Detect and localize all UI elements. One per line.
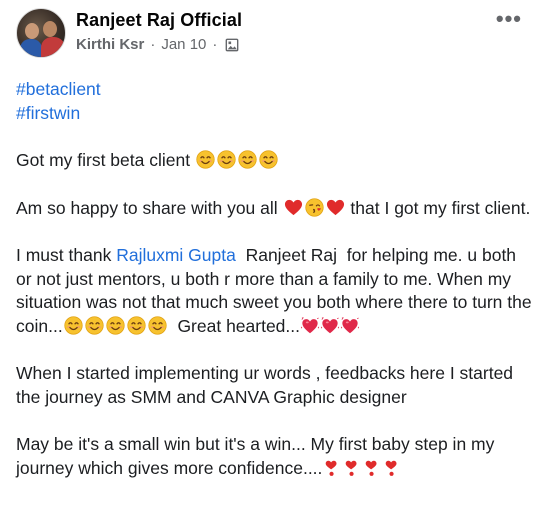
post-paragraph: When I started implementing ur words , f… <box>16 362 532 409</box>
sparkling-heart-emoji-icon <box>301 317 319 335</box>
sparkling-heart-emoji-icon <box>341 317 359 335</box>
post-paragraph: May be it's a small win but it's a win..… <box>16 433 532 480</box>
heart-exclamation-emoji-icon <box>323 459 341 477</box>
smiling-face-emoji-icon <box>148 316 167 335</box>
author-link[interactable]: Kirthi Ksr <box>76 36 144 53</box>
post-meta: Kirthi Ksr · Jan 10 · <box>76 36 239 53</box>
hashtag-link[interactable]: #firstwin <box>16 102 532 126</box>
heart-exclamation-emoji-icon <box>363 459 381 477</box>
smiling-face-emoji-icon <box>106 316 125 335</box>
meta-separator: · <box>150 36 156 53</box>
post-text: Am so happy to share with you all <box>16 197 278 218</box>
post-date-link[interactable]: Jan 10 <box>161 36 206 53</box>
post-paragraph: Am so happy to share with you all that I… <box>16 197 532 221</box>
red-heart-emoji-icon <box>326 198 345 217</box>
smiling-face-emoji-icon <box>217 150 236 169</box>
smiling-face-emoji-icon <box>238 150 257 169</box>
post-text: that I got my first client. <box>350 197 531 218</box>
face-blowing-kiss-emoji-icon <box>305 198 324 217</box>
smiling-face-emoji-icon <box>64 316 83 335</box>
post-text: When I started implementing ur words , f… <box>16 363 514 407</box>
smiling-face-emoji-icon <box>127 316 146 335</box>
smiling-face-emoji-icon <box>85 316 104 335</box>
meta-separator-2: · <box>212 36 218 53</box>
photo-icon[interactable] <box>225 38 239 52</box>
post-text: May be it's a small win but it's a win..… <box>16 434 495 478</box>
more-options-button[interactable]: ••• <box>496 6 522 32</box>
smiling-face-emoji-icon <box>196 150 215 169</box>
post-paragraph: Got my first beta client <box>16 149 532 173</box>
avatar[interactable] <box>16 8 66 58</box>
hashtag-link[interactable]: #betaclient <box>16 78 532 102</box>
mention-link-ranjeet[interactable]: Ranjeet Raj <box>246 245 337 265</box>
heart-exclamation-emoji-icon <box>343 459 361 477</box>
mention-link-rajluxmi[interactable]: Rajluxmi Gupta <box>116 245 236 265</box>
sparkling-heart-emoji-icon <box>321 317 339 335</box>
post-text: I must thank <box>16 245 112 265</box>
post-body: #betaclient #firstwin Got my first beta … <box>16 78 532 480</box>
post-paragraph: I must thank Rajluxmi Gupta Ranjeet Raj … <box>16 244 532 338</box>
heart-exclamation-emoji-icon <box>383 459 401 477</box>
page-name-link[interactable]: Ranjeet Raj Official <box>76 10 242 31</box>
red-heart-emoji-icon <box>284 198 303 217</box>
post-text: Great hearted... <box>177 315 301 336</box>
post-text: Got my first beta client <box>16 150 191 170</box>
post-header: Ranjeet Raj Official Kirthi Ksr · Jan 10… <box>12 6 528 62</box>
smiling-face-emoji-icon <box>259 150 278 169</box>
